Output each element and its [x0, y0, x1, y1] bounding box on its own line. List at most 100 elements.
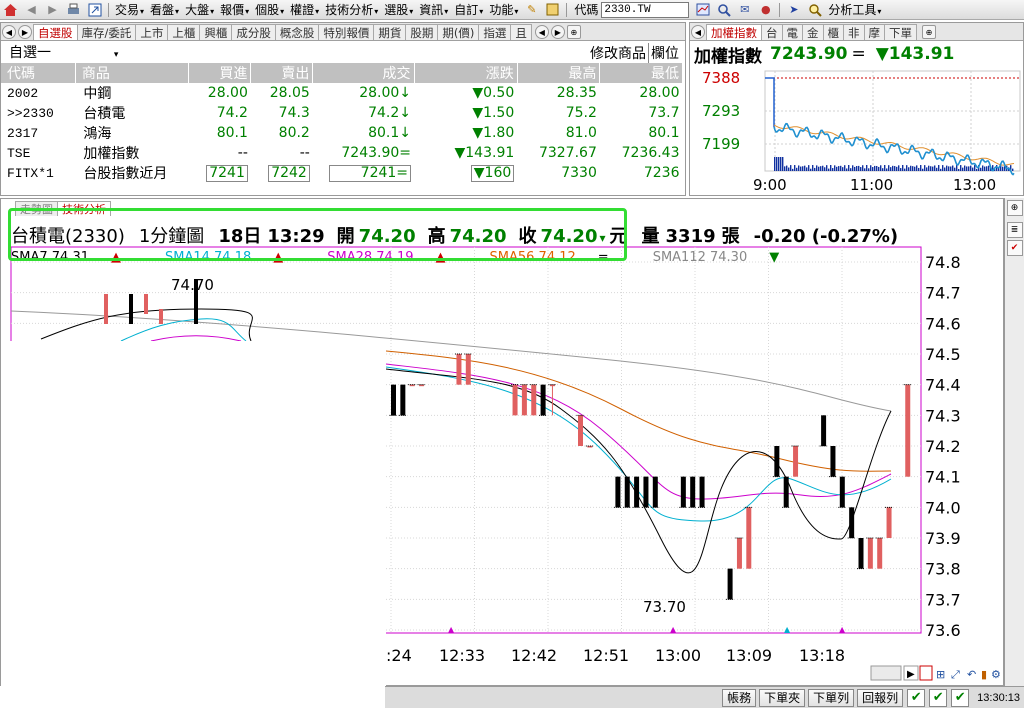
col-code[interactable]: 代碼 [1, 63, 76, 83]
calc-icon[interactable] [545, 2, 560, 17]
candle-body [400, 384, 406, 416]
tab-components[interactable]: 成分股 [231, 24, 276, 40]
watchlist-select[interactable]: 自選一 [9, 42, 149, 62]
menu-item-screener[interactable]: 選股 [381, 1, 416, 18]
candle-body [877, 538, 883, 569]
tab-futures-price[interactable]: 期(價) [437, 24, 480, 40]
cursor-icon[interactable]: ➤ [786, 2, 801, 17]
index-zoom-icon[interactable]: ⊕ [922, 25, 936, 39]
tab-more[interactable]: 且 [510, 24, 532, 40]
tab-non[interactable]: 非 [843, 24, 865, 40]
menu-item-watch[interactable]: 看盤 [147, 1, 182, 18]
sma112-legend[interactable]: SMA112 74.30 ▼ [653, 250, 802, 265]
account-button[interactable]: 帳務 [722, 688, 757, 707]
tab-watchlist[interactable]: 自選股 [33, 24, 78, 40]
table-row[interactable]: FITX*1 台股指數近月 7241 7242 7241= ▼160 7330 … [1, 163, 683, 183]
report-bar-button[interactable]: 回報列 [857, 688, 904, 707]
menu-item-quote[interactable]: 報價 [217, 1, 252, 18]
tab-scroll-right-icon[interactable]: ▶ [550, 25, 565, 39]
index-prev-icon[interactable]: ◀ [691, 25, 705, 39]
tab-taiex[interactable]: 加權指數 [706, 24, 762, 40]
tab-stock-futures[interactable]: 股期 [405, 24, 439, 40]
mini-volume-bar [988, 165, 990, 171]
table-row[interactable]: 2317 鴻海 80.1 80.2 80.1↓ ▼1.80 81.0 80.1 [1, 123, 683, 143]
tab-emerging[interactable]: 興櫃 [199, 24, 233, 40]
menu-item-info[interactable]: 資訊 [416, 1, 451, 18]
edit-products-button[interactable]: 修改商品 [588, 43, 649, 63]
menu-item-market[interactable]: 大盤 [182, 1, 217, 18]
code-input[interactable]: 2330.TW [601, 1, 690, 18]
col-high[interactable]: 最高 [517, 63, 601, 83]
tab-inventory[interactable]: 庫存/委託 [76, 24, 137, 40]
menu-item-analysis-tools[interactable]: 分析工具 [825, 1, 884, 18]
col-last[interactable]: 成交 [312, 63, 415, 83]
menu-item-custom[interactable]: 自訂 [451, 1, 486, 18]
note-icon[interactable]: ≣ [1006, 222, 1023, 238]
mini-volume-bar [808, 165, 810, 171]
mini-volume-bar [850, 168, 852, 171]
mini-volume-bar [900, 168, 902, 171]
menu-item-technical[interactable]: 技術分析 [322, 1, 381, 18]
tab-next-icon[interactable]: ▶ [18, 25, 32, 39]
zoom-icon[interactable]: ⊕ [566, 25, 581, 39]
col-ask[interactable]: 賣出 [250, 63, 314, 83]
candle-body [540, 384, 546, 416]
order-folder-button[interactable]: 下單夾 [759, 688, 806, 707]
popout-icon[interactable] [87, 2, 102, 17]
pen-icon[interactable]: ✎ [524, 2, 539, 17]
tab-order[interactable]: 下單 [884, 24, 917, 40]
menu-item-stock[interactable]: 個股 [252, 1, 287, 18]
menu-item-trade[interactable]: 交易 [112, 1, 147, 18]
back-icon[interactable]: ◀ [24, 2, 39, 17]
tab-futures[interactable]: 期貨 [373, 24, 407, 40]
order-bar-button[interactable]: 下單列 [808, 688, 855, 707]
tab-elec[interactable]: 電 [781, 24, 803, 40]
tab-index-options[interactable]: 指選 [478, 24, 512, 40]
candle-body [793, 446, 799, 477]
alert-icon[interactable]: ✉ [737, 2, 752, 17]
home-icon[interactable] [3, 2, 18, 17]
print-icon[interactable] [66, 2, 81, 17]
columns-button[interactable]: 欄位 [649, 43, 681, 63]
table-row[interactable]: 2002 中鋼 28.00 28.05 28.00↓ ▼0.50 28.35 2… [1, 83, 683, 103]
mini-volume-bar [848, 165, 850, 171]
table-row[interactable]: TSE 加權指數 -- -- 7243.90= ▼143.91 7327.67 … [1, 143, 683, 163]
chart-icon[interactable] [695, 2, 710, 17]
mini-volume-bar [834, 165, 836, 171]
cell-low: 80.1 [648, 125, 680, 141]
check-icon[interactable]: ✔ [951, 688, 970, 707]
mini-volume-bar [870, 165, 872, 171]
col-low[interactable]: 最低 [599, 63, 683, 83]
tab-listed[interactable]: 上市 [135, 24, 169, 40]
forward-icon[interactable]: ▶ [45, 2, 60, 17]
tab-msci[interactable]: 摩 [863, 24, 885, 40]
menu-item-function[interactable]: 功能 [486, 1, 521, 18]
table-row[interactable]: >>2330 台積電 74.2 74.3 74.2↓ ▼1.50 75.2 73… [1, 103, 683, 123]
tab-otc-index[interactable]: 櫃 [822, 24, 844, 40]
tab-tai[interactable]: 台 [761, 24, 783, 40]
check-icon[interactable]: ✔ [929, 688, 948, 707]
tab-concept[interactable]: 概念股 [274, 24, 320, 40]
tab-otc[interactable]: 上櫃 [167, 24, 201, 40]
quote-panel: ◀ ▶ 自選股 庫存/委託 上市 上櫃 興櫃 成分股 概念股 特別報價 期貨 股… [0, 22, 686, 196]
zoom-in-icon[interactable]: ⊕ [1006, 200, 1023, 216]
col-bid[interactable]: 買進 [188, 63, 252, 83]
menu-item-warrant[interactable]: 權證 [287, 1, 322, 18]
user-icon[interactable]: ● [758, 2, 773, 17]
checkbox-icon[interactable]: ✔ [1006, 240, 1023, 256]
tab-prev-icon[interactable]: ◀ [2, 25, 16, 39]
tab-scroll-left-icon[interactable]: ◀ [534, 25, 549, 39]
col-name[interactable]: 商品 [75, 63, 190, 83]
magnifier-icon[interactable] [807, 2, 822, 17]
tab-fin[interactable]: 金 [802, 24, 824, 40]
cell-code: 2002 [7, 85, 39, 101]
tab-special-quote[interactable]: 特別報價 [318, 24, 375, 40]
cell-ask: 28.05 [269, 85, 310, 101]
col-change[interactable]: 漲跌 [414, 63, 518, 83]
fit-icon: ⤢ [951, 668, 960, 681]
check-icon[interactable]: ✔ [907, 688, 926, 707]
mini-volume-bar [830, 165, 832, 171]
search-icon[interactable] [716, 2, 731, 17]
index-intraday-chart[interactable]: 7388 7293 7199 9:00 11:00 13:00 [690, 67, 1023, 195]
watchlist-actions: 修改商品 欄位 [588, 43, 681, 63]
